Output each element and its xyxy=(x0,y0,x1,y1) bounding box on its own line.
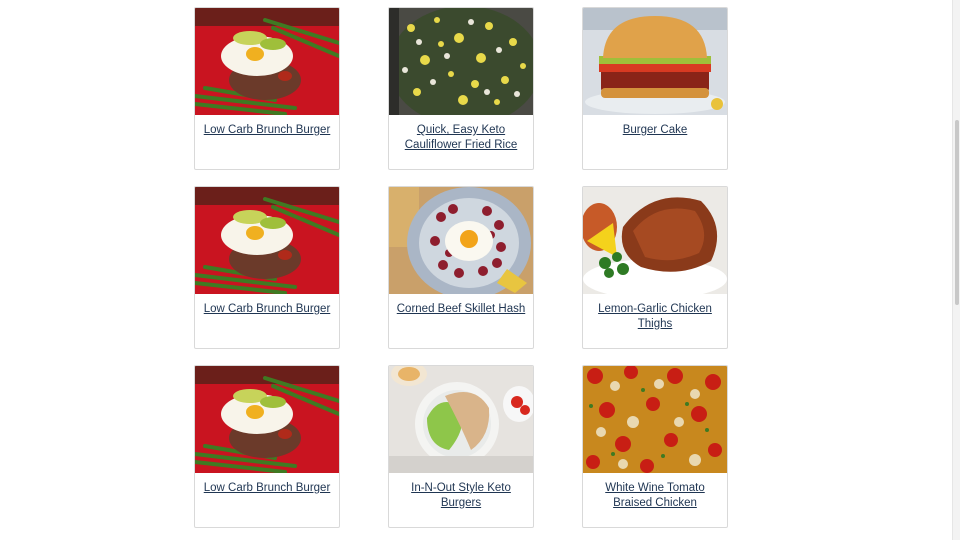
recipe-title-link[interactable]: Corned Beef Skillet Hash xyxy=(393,302,529,317)
recipe-card[interactable]: Low Carb Brunch Burger xyxy=(194,7,340,170)
recipe-title-link[interactable]: In-N-Out Style Keto Burgers xyxy=(393,481,529,510)
recipe-card[interactable]: Quick, Easy Keto Cauliflower Fried Rice xyxy=(388,7,534,170)
recipe-image[interactable] xyxy=(583,366,727,473)
recipe-title-link[interactable]: Quick, Easy Keto Cauliflower Fried Rice xyxy=(393,123,529,152)
recipe-title-link[interactable]: White Wine Tomato Braised Chicken xyxy=(587,481,723,510)
recipe-card[interactable]: Burger Cake xyxy=(582,7,728,170)
recipe-image[interactable] xyxy=(389,187,533,294)
recipe-title-link[interactable]: Low Carb Brunch Burger xyxy=(199,302,335,317)
recipe-grid: Low Carb Brunch Burger Quick, Easy Keto … xyxy=(0,0,950,540)
recipe-image[interactable] xyxy=(195,8,339,115)
recipe-image[interactable] xyxy=(583,8,727,115)
recipe-image[interactable] xyxy=(583,187,727,294)
recipe-image[interactable] xyxy=(195,366,339,473)
recipe-card[interactable]: Low Carb Brunch Burger xyxy=(194,186,340,349)
recipe-card[interactable]: Lemon-Garlic Chicken Thighs xyxy=(582,186,728,349)
recipe-title-link[interactable]: Low Carb Brunch Burger xyxy=(199,481,335,496)
recipe-card[interactable]: Low Carb Brunch Burger xyxy=(194,365,340,528)
recipe-image[interactable] xyxy=(389,366,533,473)
scrollbar-thumb[interactable] xyxy=(955,120,959,305)
recipe-card[interactable]: Corned Beef Skillet Hash xyxy=(388,186,534,349)
recipe-title-link[interactable]: Low Carb Brunch Burger xyxy=(199,123,335,138)
recipe-card[interactable]: White Wine Tomato Braised Chicken xyxy=(582,365,728,528)
recipe-card[interactable]: In-N-Out Style Keto Burgers xyxy=(388,365,534,528)
recipe-title-link[interactable]: Lemon-Garlic Chicken Thighs xyxy=(587,302,723,331)
recipe-title-link[interactable]: Burger Cake xyxy=(587,123,723,138)
recipe-image[interactable] xyxy=(389,8,533,115)
recipe-image[interactable] xyxy=(195,187,339,294)
page-scrollbar[interactable] xyxy=(952,0,960,540)
